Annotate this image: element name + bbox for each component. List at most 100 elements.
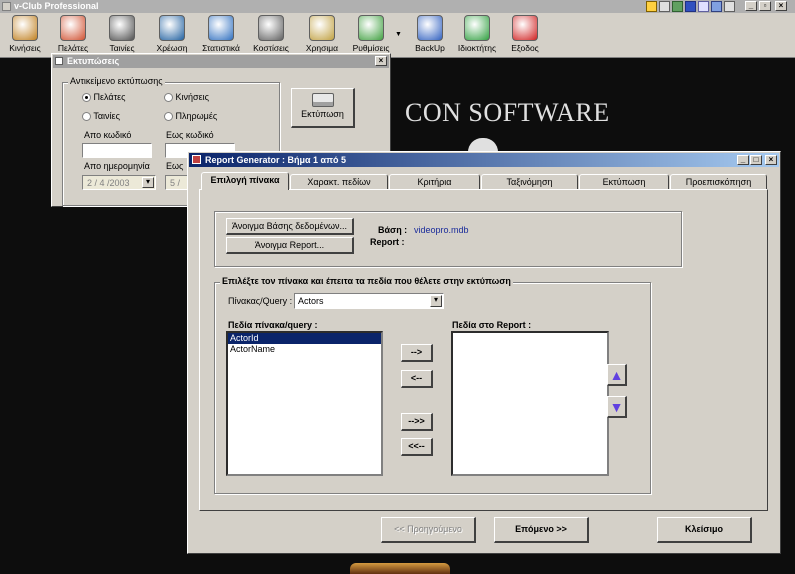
- list-item[interactable]: ActorName: [228, 344, 381, 355]
- tray-icon[interactable]: [659, 1, 670, 12]
- table-query-select[interactable]: Actors ▾: [294, 293, 444, 309]
- previous-button[interactable]: << Προηγούμενο: [381, 517, 476, 543]
- minimize-button[interactable]: _: [745, 1, 757, 11]
- tray-icon[interactable]: [724, 1, 735, 12]
- report-title: Report Generator : Βήμα 1 από 5: [205, 155, 346, 165]
- tab[interactable]: Κριτήρια: [389, 174, 480, 190]
- radio-button[interactable]: [82, 112, 91, 122]
- toolbar-button[interactable]: Κινήσεις: [0, 15, 51, 53]
- list-item[interactable]: ActorId: [228, 333, 381, 344]
- database-value: videopro.mdb: [414, 225, 469, 235]
- tray-icon[interactable]: [685, 1, 696, 12]
- system-tray: [646, 1, 735, 12]
- toolbar-button[interactable]: Εξοδος: [499, 15, 551, 53]
- app-titlebar: v-Club Professional _ ▫ ×: [0, 0, 795, 13]
- toolbar-button[interactable]: Κοστίσεις: [245, 15, 297, 53]
- printer-icon: [311, 93, 334, 107]
- move-left-button[interactable]: <--: [401, 370, 433, 388]
- close-report-button[interactable]: Κλείσιμο: [657, 517, 752, 543]
- toolbar-button-label: Κινήσεις: [9, 43, 41, 53]
- toolbar-button[interactable]: BackUp: [404, 15, 456, 53]
- select-fields-group-label: Επιλέξτε τον πίνακα και έπειτα τα πεδία …: [220, 276, 513, 286]
- from-date-picker[interactable]: 2 / 4 /2003 ▾: [82, 175, 156, 190]
- move-up-button[interactable]: ▲: [607, 364, 627, 386]
- from-date-label: Απο ημερομηνία: [84, 161, 150, 171]
- exit-icon: [512, 15, 538, 41]
- to-date-value: 5 /: [170, 178, 181, 188]
- report-maximize-button[interactable]: □: [750, 155, 762, 165]
- report-close-button[interactable]: ×: [765, 155, 777, 165]
- move-all-left-button[interactable]: <<--: [401, 438, 433, 456]
- radio-label: Κινήσεις: [175, 92, 209, 102]
- radio-label: Ταινίες: [93, 111, 120, 121]
- toolbar-button[interactable]: Χρησιμα: [296, 15, 348, 53]
- arrow-up-icon: ▲: [609, 367, 624, 383]
- print-dialog-icon: [55, 57, 63, 65]
- print-dialog-close-button[interactable]: ×: [375, 56, 387, 66]
- next-button[interactable]: Επόμενο >>: [494, 517, 589, 543]
- app-icon: [2, 2, 11, 11]
- chevron-down-icon[interactable]: ▾: [430, 295, 442, 307]
- tray-icon[interactable]: [672, 1, 683, 12]
- toolbar-button[interactable]: Ιδιοκτήτης: [451, 15, 503, 53]
- print-dialog-title: Εκτυπώσεις: [67, 56, 120, 66]
- print-button[interactable]: Εκτύπωση: [291, 88, 355, 128]
- radio-label: Πληρωμές: [175, 111, 218, 121]
- tray-icon[interactable]: [646, 1, 657, 12]
- dropdown-arrow-icon[interactable]: ▼: [395, 31, 402, 38]
- radio-button[interactable]: [164, 112, 173, 122]
- toolbar-button-label: Ιδιοκτήτης: [457, 43, 497, 53]
- app-title: v-Club Professional: [14, 1, 99, 11]
- tab[interactable]: Εκτύπωση: [579, 174, 669, 190]
- open-database-button[interactable]: Άνοιγμα Βάσης δεδομένων...: [226, 218, 354, 235]
- radio-payments[interactable]: Πληρωμές: [164, 111, 218, 122]
- tab[interactable]: Επιλογή πίνακα: [201, 172, 289, 190]
- computer-icon: [258, 15, 284, 41]
- arrow-down-icon: ▼: [609, 399, 624, 415]
- move-right-button[interactable]: -->: [401, 344, 433, 362]
- report-label: Report :: [370, 237, 405, 247]
- tray-icon[interactable]: [711, 1, 722, 12]
- tab[interactable]: Χαρακτ. πεδίων: [290, 174, 388, 190]
- table-query-label: Πίνακας/Query :: [228, 296, 293, 306]
- report-fields-list[interactable]: [451, 331, 609, 476]
- tab-panel: Άνοιγμα Βάσης δεδομένων... Άνοιγμα Repor…: [199, 189, 768, 511]
- move-down-button[interactable]: ▼: [607, 396, 627, 418]
- toolbar-button-label: Στατιστικά: [202, 43, 240, 53]
- move-all-right-button[interactable]: -->>: [401, 413, 433, 431]
- tab[interactable]: Προεπισκόπηση: [670, 174, 767, 190]
- table-fields-list[interactable]: ActorId ActorName: [226, 331, 383, 476]
- toolbar-button-label: Ταινίες: [109, 43, 135, 53]
- toolbar-button-label: Ρυθμίσεις: [352, 43, 390, 53]
- fields-list-label: Πεδία πίνακα/query :: [228, 320, 318, 330]
- toolbar-button[interactable]: Ταινίες: [96, 15, 148, 53]
- pie-chart-icon: [208, 15, 234, 41]
- film-clapper-icon: [12, 15, 38, 41]
- tray-icon[interactable]: [698, 1, 709, 12]
- folder-icon: [309, 15, 335, 41]
- bottom-glow: [350, 563, 450, 574]
- chevron-down-icon[interactable]: ▾: [142, 177, 154, 188]
- toolbar-button[interactable]: Χρέωση: [146, 15, 198, 53]
- toolbar-button-label: Χρέωση: [156, 43, 188, 53]
- toolbar-button-label: Χρησιμα: [305, 43, 339, 53]
- open-report-button[interactable]: Άνοιγμα Report...: [226, 237, 354, 254]
- close-button[interactable]: ×: [775, 1, 787, 11]
- toolbar-button[interactable]: Ρυθμίσεις: [345, 15, 397, 53]
- from-code-input[interactable]: [82, 143, 152, 158]
- radio-button[interactable]: [164, 93, 173, 103]
- radio-movies[interactable]: Ταινίες: [82, 111, 120, 122]
- report-minimize-button[interactable]: _: [737, 155, 749, 165]
- toolbar-button-label: Πελάτες: [57, 43, 89, 53]
- toolbar-button[interactable]: Στατιστικά: [195, 15, 247, 53]
- radio-movements[interactable]: Κινήσεις: [164, 92, 209, 103]
- tab[interactable]: Ταξινόμηση: [481, 174, 578, 190]
- toolbar-button-label: Κοστίσεις: [253, 43, 289, 53]
- toolbar-button[interactable]: Πελάτες: [47, 15, 99, 53]
- restore-button[interactable]: ▫: [759, 1, 771, 11]
- radio-button[interactable]: [82, 93, 91, 103]
- toolbar: Κινήσεις Πελάτες Ταινίες Χρέωση Στατιστικά Κο…: [0, 13, 795, 58]
- radio-customers[interactable]: Πελάτες: [82, 92, 126, 103]
- users-icon: [60, 15, 86, 41]
- film-reel-icon: [109, 15, 135, 41]
